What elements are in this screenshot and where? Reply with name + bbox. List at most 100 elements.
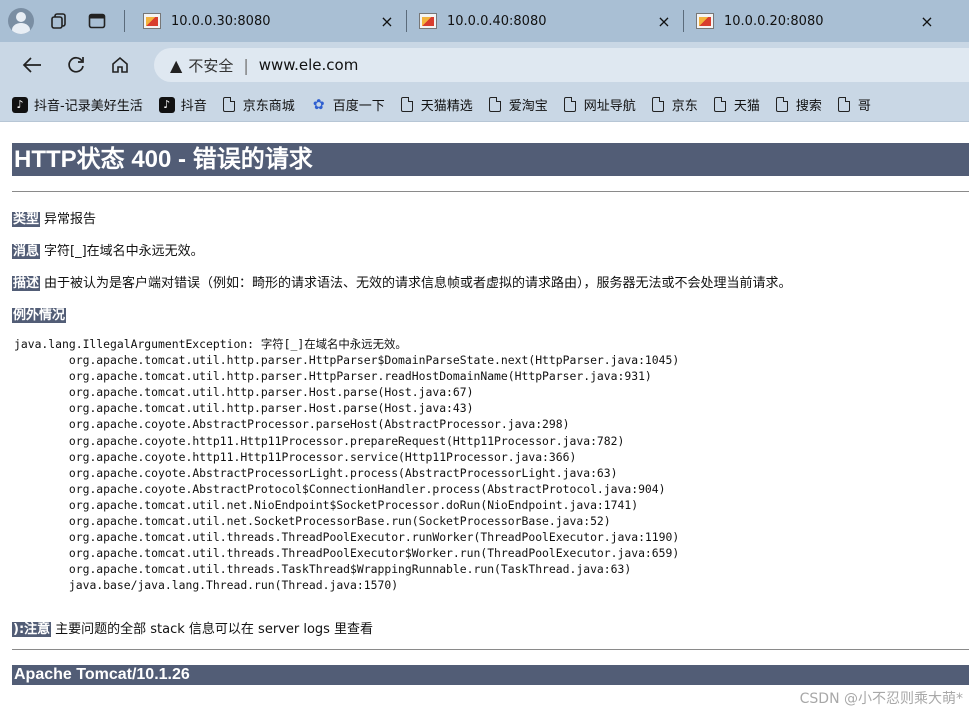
bookmark-item[interactable]: ✿ 百度一下 — [311, 95, 385, 115]
workspaces-icon — [51, 13, 66, 29]
error-heading: HTTP状态 400 - 错误的请求 — [12, 143, 969, 176]
stack-trace-line: org.apache.tomcat.util.http.parser.Host.… — [14, 401, 474, 416]
bookmark-item[interactable]: 天猫 — [713, 95, 760, 114]
home-icon — [112, 56, 128, 73]
bookmark-item[interactable]: 爱淘宝 — [488, 95, 548, 114]
type-label: 类型 — [12, 212, 41, 227]
reload-icon — [68, 56, 84, 73]
description-row: 描述 由于被认为是客户端对错误（例如：畸形的请求语法、无效的请求信息帧或者虚拟的请… — [12, 272, 792, 291]
tab-title: 10.0.0.30:8080 — [171, 13, 271, 29]
warning-triangle-icon: ▲ — [170, 55, 183, 75]
reload-button[interactable] — [54, 47, 98, 83]
stack-trace-line: org.apache.tomcat.util.http.parser.HttpP… — [14, 353, 680, 368]
tab-close-icon[interactable]: × — [378, 12, 396, 31]
stack-trace-line: java.lang.IllegalArgumentException: 字符[_… — [14, 337, 407, 351]
bookmark-item[interactable]: 天猫精选 — [400, 95, 473, 114]
stack-trace-line: org.apache.tomcat.util.http.parser.Host.… — [14, 385, 474, 400]
bookmark-label: 京东商城 — [242, 99, 295, 114]
tab-1[interactable]: 10.0.0.30:8080 × — [131, 0, 406, 42]
note-value: 主要问题的全部 stack 信息可以在 server logs 里查看 — [55, 622, 374, 637]
home-button[interactable] — [98, 47, 142, 83]
bookmark-label: 百度一下 — [332, 99, 385, 114]
page-icon — [837, 97, 850, 112]
message-value: 字符[_]在域名中永远无效。 — [44, 244, 204, 259]
exception-row: 例外情况 — [12, 304, 70, 323]
note-label: ):注意 — [12, 622, 52, 637]
type-row: 类型 异常报告 — [12, 208, 96, 227]
csdn-watermark: CSDN @小不忍则乘大萌* — [799, 691, 963, 707]
tomcat-favicon-icon — [696, 13, 714, 29]
bookmarks-bar: ♪ 抖音-记录美好生活 ♪ 抖音 京东商城 ✿ 百度一下 天猫精选 爱淘宝 网址导航 京东 天猫 搜索 哥 — [0, 88, 969, 122]
stack-trace-line: org.apache.coyote.http11.Http11Processor… — [14, 433, 625, 448]
bookmark-label: 哥 — [857, 99, 871, 114]
tab-actions-button[interactable] — [80, 6, 114, 36]
exception-label: 例外情况 — [12, 308, 67, 323]
tab-strip: 10.0.0.30:8080 × 10.0.0.40:8080 × 10.0.0… — [0, 0, 969, 42]
stack-trace-line: java.base/java.lang.Thread.run(Thread.ja… — [14, 578, 399, 593]
server-footer: Apache Tomcat/10.1.26 — [12, 665, 969, 685]
page-content: HTTP状态 400 - 错误的请求 类型 异常报告 消息 字符[_]在域名中永远无… — [0, 122, 969, 714]
security-status[interactable]: 不安全 — [188, 55, 233, 76]
bookmark-item[interactable]: 京东 — [651, 95, 698, 114]
stack-trace-line: org.apache.coyote.AbstractProcessorLight… — [14, 465, 618, 480]
page-icon — [775, 97, 788, 112]
stack-trace-line: org.apache.tomcat.util.threads.ThreadPoo… — [14, 530, 680, 545]
tab-actions-icon — [88, 13, 106, 29]
tab-3[interactable]: 10.0.0.20:8080 × — [684, 0, 946, 42]
note-row: ):注意 主要问题的全部 stack 信息可以在 server logs 里查看 — [12, 618, 373, 637]
bookmark-label: 爱淘宝 — [508, 99, 548, 114]
stack-trace-line: org.apache.coyote.AbstractProtocol$Conne… — [14, 481, 666, 496]
tomcat-favicon-icon — [143, 13, 161, 29]
bookmark-item[interactable]: 搜索 — [775, 95, 822, 114]
bookmark-item[interactable]: ♪ 抖音-记录美好生活 — [12, 95, 143, 114]
baidu-paw-icon: ✿ — [312, 96, 325, 113]
tab-close-icon[interactable]: × — [918, 12, 936, 31]
tab-separator — [124, 10, 125, 32]
bookmark-label: 抖音 — [180, 99, 207, 114]
workspaces-button[interactable] — [42, 6, 76, 36]
page-icon — [222, 97, 235, 112]
page-icon — [713, 97, 726, 112]
bookmark-label: 天猫精选 — [420, 99, 473, 114]
tiktok-icon: ♪ — [158, 96, 175, 113]
message-row: 消息 字符[_]在域名中永远无效。 — [12, 240, 204, 259]
bookmark-item[interactable]: 网址导航 — [563, 95, 636, 114]
bookmark-item[interactable]: 京东商城 — [222, 95, 295, 114]
divider — [12, 649, 969, 650]
tab-close-icon[interactable]: × — [655, 12, 673, 31]
stack-trace-line: org.apache.tomcat.util.http.parser.HttpP… — [14, 369, 652, 384]
message-label: 消息 — [12, 244, 41, 259]
bookmark-label: 搜索 — [795, 99, 822, 114]
bookmark-label: 网址导航 — [583, 99, 636, 114]
page-icon — [563, 97, 576, 112]
stack-trace: java.lang.IllegalArgumentException: 字符[_… — [14, 336, 679, 594]
tab-title: 10.0.0.20:8080 — [724, 13, 824, 29]
url-text[interactable]: www.ele.com — [259, 56, 359, 74]
bookmark-label: 抖音-记录美好生活 — [34, 99, 143, 114]
stack-trace-line: org.apache.tomcat.util.threads.ThreadPoo… — [14, 546, 680, 561]
description-value: 由于被认为是客户端对错误（例如：畸形的请求语法、无效的请求信息帧或者虚拟的请求路… — [44, 276, 792, 291]
page-icon — [400, 97, 413, 112]
tomcat-favicon-icon — [419, 13, 437, 29]
stack-trace-line: org.apache.coyote.http11.Http11Processor… — [14, 449, 577, 464]
type-value: 异常报告 — [44, 212, 97, 227]
back-arrow-icon — [22, 57, 41, 73]
back-button[interactable] — [10, 47, 54, 83]
stack-trace-line: org.apache.coyote.AbstractProcessor.pars… — [14, 417, 570, 432]
stack-trace-line: org.apache.tomcat.util.net.SocketProcess… — [14, 514, 611, 529]
tab-title: 10.0.0.40:8080 — [447, 13, 547, 29]
tiktok-icon: ♪ — [12, 96, 28, 113]
stack-trace-line: org.apache.tomcat.util.net.NioEndpoint$S… — [14, 497, 639, 512]
description-label: 描述 — [12, 276, 41, 291]
profile-avatar-icon — [8, 8, 34, 34]
page-icon — [488, 97, 501, 112]
tab-2[interactable]: 10.0.0.40:8080 × — [407, 0, 683, 42]
profile-button[interactable] — [0, 6, 34, 36]
bookmark-item[interactable]: ♪ 抖音 — [158, 95, 207, 114]
bookmark-label: 京东 — [671, 99, 698, 114]
page-icon — [651, 97, 664, 112]
address-bar[interactable]: ▲ 不安全 | www.ele.com — [154, 48, 969, 82]
navigation-toolbar: ▲ 不安全 | www.ele.com — [0, 42, 969, 88]
bookmark-item[interactable]: 哥 — [837, 95, 871, 114]
bookmark-label: 天猫 — [733, 99, 760, 114]
